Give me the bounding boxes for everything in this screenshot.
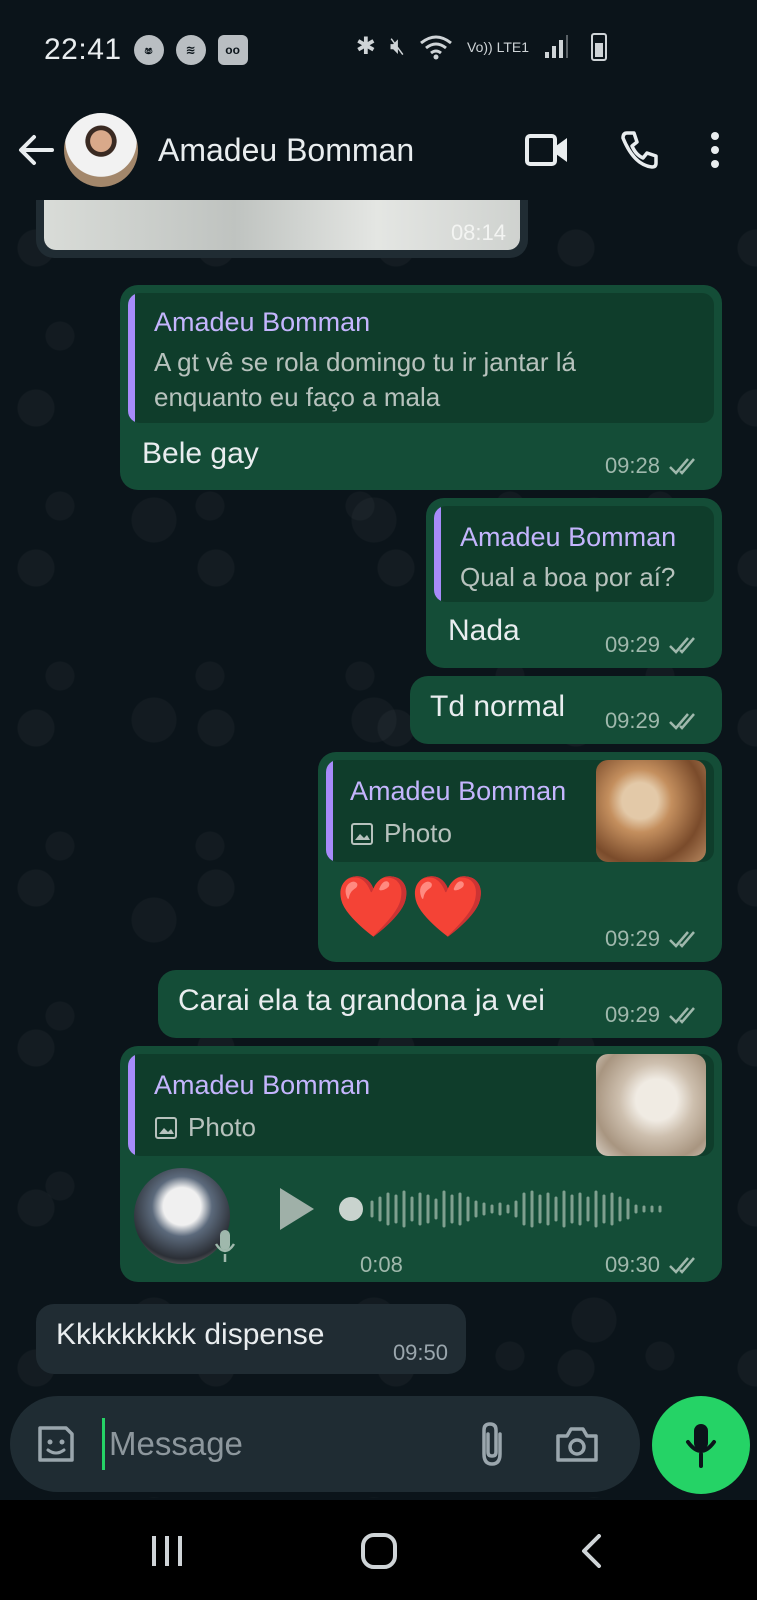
voice-record-button[interactable]: [652, 1396, 750, 1494]
message-meta: 09:29: [605, 1002, 702, 1028]
back-nav-icon[interactable]: [580, 1534, 602, 1568]
message-meta: 09:29: [605, 632, 702, 658]
mic-icon: [686, 1424, 716, 1468]
quoted-message[interactable]: Amadeu Bomman Qual a boa por aí?: [434, 506, 714, 602]
quote-author: Amadeu Bomman: [460, 522, 677, 552]
message-bubble-incoming[interactable]: Kkkkkkkkk dispense 09:50: [36, 1304, 466, 1374]
quote-bar: [128, 1054, 135, 1156]
message-time: 09:28: [604, 453, 660, 478]
message-text: Td normal: [430, 690, 566, 723]
message-text: Carai ela ta grandona ja vei: [178, 984, 545, 1017]
quote-photo-thumbnail: [596, 1054, 706, 1156]
status-time: 22:41: [44, 33, 122, 66]
message-time: 09:29: [604, 632, 660, 657]
message-text: Kkkkkkkkk dispense: [56, 1318, 325, 1351]
quote-text: Qual a boa por aí?: [460, 562, 676, 592]
mute-icon: 🔇︎: [389, 32, 405, 60]
home-icon[interactable]: [360, 1532, 398, 1570]
read-ticks-icon: [669, 1007, 695, 1024]
read-ticks-icon: [669, 637, 695, 654]
camera-icon[interactable]: [554, 1424, 600, 1464]
read-ticks-icon: [669, 458, 695, 475]
message-bubble-incoming-image[interactable]: 08:14: [36, 200, 528, 258]
message-text: Nada: [448, 614, 520, 647]
message-bubble-outgoing[interactable]: Carai ela ta grandona ja vei 09:29: [158, 970, 722, 1038]
back-arrow-icon: [19, 135, 54, 165]
network-label: Vo)) LTE1: [467, 38, 529, 55]
message-time: 09:30: [604, 1252, 660, 1277]
back-button[interactable]: [14, 128, 58, 172]
message-text: Bele gay: [142, 437, 259, 470]
message-time: 09:29: [604, 708, 660, 733]
quoted-message[interactable]: Amadeu Bomman A gt vê se rola domingo tu…: [128, 293, 714, 423]
quoted-message[interactable]: Amadeu Bomman Photo: [128, 1054, 714, 1156]
read-ticks-icon: [669, 1257, 695, 1274]
message-meta: 09:30: [605, 1252, 702, 1278]
read-ticks-icon: [669, 931, 695, 948]
quote-photo-thumbnail: [596, 760, 706, 862]
voice-waveform[interactable]: [338, 1186, 678, 1232]
voicemail-icon: oo: [217, 35, 248, 65]
contact-avatar[interactable]: [64, 113, 138, 187]
contact-name[interactable]: Amadeu Bomman: [158, 132, 414, 169]
quote-photo-label: Photo: [350, 816, 452, 851]
quote-text: A gt vê se rola domingo tu ir jantar lá …: [154, 347, 577, 412]
message-text: ❤️❤️: [336, 873, 486, 940]
bluetooth-icon: ✱: [355, 33, 376, 60]
message-bubble-outgoing[interactable]: Amadeu Bomman Qual a boa por aí? Nada 09…: [426, 498, 722, 668]
message-meta: 09:28: [605, 453, 702, 479]
quote-author: Amadeu Bomman: [350, 776, 567, 806]
more-vert-icon[interactable]: [709, 131, 721, 169]
whatsapp-chat-screen: 22:41 ෂ ≋ oo ✱ 🔇︎ Vo)) LTE1 Amadeu Bomma…: [0, 0, 757, 1600]
system-nav-bar: [0, 1500, 757, 1600]
message-time: 09:29: [604, 1002, 660, 1027]
message-image[interactable]: [44, 200, 520, 250]
read-ticks-icon: [669, 713, 695, 730]
status-left: 22:41 ෂ ≋ oo: [44, 33, 248, 67]
quote-bar: [326, 760, 333, 862]
carrier-badge-icon: ෂ: [133, 35, 164, 65]
message-meta: 09:29: [605, 708, 702, 734]
video-call-icon[interactable]: [525, 133, 569, 167]
image-icon: [155, 1116, 177, 1139]
status-right: ✱ 🔇︎ Vo)) LTE1: [356, 32, 607, 61]
spotify-icon: ≋: [175, 35, 206, 65]
attach-icon[interactable]: [476, 1420, 508, 1468]
play-icon[interactable]: [276, 1186, 316, 1232]
quoted-message[interactable]: Amadeu Bomman Photo: [326, 760, 714, 862]
quote-bar: [128, 293, 135, 423]
image-icon: [351, 822, 373, 845]
voice-mic-icon: [214, 1230, 236, 1262]
message-bubble-outgoing[interactable]: Amadeu Bomman A gt vê se rola domingo tu…: [120, 285, 722, 490]
wifi-icon: [420, 35, 452, 59]
message-bubble-outgoing[interactable]: Td normal 09:29: [410, 676, 722, 744]
status-bar: 22:41 ෂ ≋ oo ✱ 🔇︎ Vo)) LTE1: [0, 0, 757, 100]
chat-header: Amadeu Bomman: [0, 100, 757, 200]
message-bubble-outgoing-voice[interactable]: Amadeu Bomman Photo 0:08 09:30: [120, 1046, 722, 1282]
message-meta: 09:29: [605, 926, 702, 952]
message-input[interactable]: [102, 1418, 462, 1470]
recents-icon[interactable]: [150, 1534, 184, 1568]
voice-duration: 0:08: [360, 1252, 403, 1277]
quote-author: Amadeu Bomman: [154, 1070, 371, 1100]
message-time: 09:50: [392, 1340, 448, 1365]
sticker-icon[interactable]: [34, 1422, 78, 1466]
quote-author: Amadeu Bomman: [154, 307, 371, 337]
signal-icon: [545, 34, 568, 58]
quote-bar: [434, 506, 441, 602]
message-bubble-outgoing[interactable]: Amadeu Bomman Photo ❤️❤️ 09:29: [318, 752, 722, 962]
phone-call-icon[interactable]: [619, 130, 659, 170]
battery-icon: [591, 32, 607, 61]
message-time: 09:29: [604, 926, 660, 951]
message-composer: [10, 1396, 640, 1492]
message-time: 08:14: [450, 220, 506, 245]
quote-photo-label: Photo: [154, 1110, 256, 1145]
chat-area[interactable]: 08:14 Amadeu Bomman A gt vê se rola domi…: [0, 200, 757, 1498]
header-actions: [525, 120, 721, 180]
